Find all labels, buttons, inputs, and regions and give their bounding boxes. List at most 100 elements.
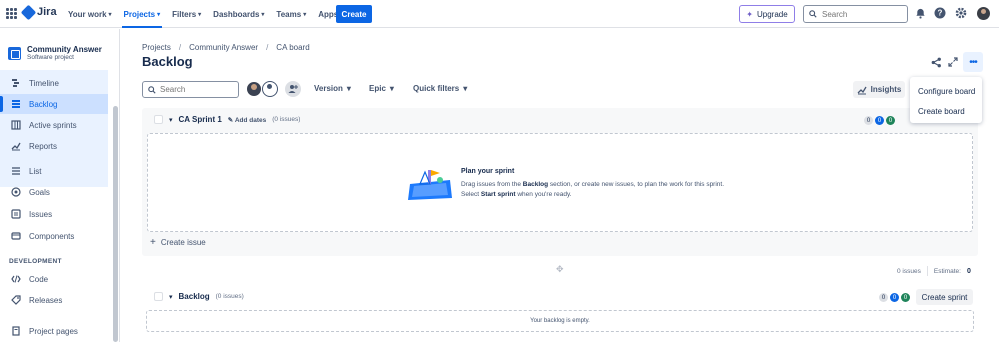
todo-count-badge: 0 [879,293,888,302]
nav-filters[interactable]: Filters ▾ [166,0,207,28]
breadcrumb-separator: / [266,43,269,52]
sparkle-icon: ✦ [746,9,753,19]
jira-logo[interactable]: Jira [20,4,57,20]
sidebar-item-label: Code [29,274,49,284]
sidebar-item-list[interactable]: List [0,161,108,181]
sidebar-item-project-pages[interactable]: Project pages [0,321,108,341]
chevron-down-icon[interactable]: ▾ [169,293,173,301]
create-issue-label: Create issue [160,238,206,247]
add-dates-label: Add dates [234,116,267,124]
breadcrumb-projects[interactable]: Projects [142,43,171,52]
project-sidebar: Community Answer Software project Timeli… [0,29,120,342]
nav-teams[interactable]: Teams ▾ [270,0,312,28]
add-dates-button[interactable]: ✎ Add dates [228,116,266,124]
sidebar-item-goals[interactable]: Goals [0,182,108,202]
list-icon [10,166,21,177]
sidebar-item-label: Issues [29,209,53,219]
pages-icon [10,326,21,337]
nav-label: Dashboards [213,9,260,19]
insights-button[interactable]: Insights [853,81,905,98]
version-filter[interactable]: Version ▾ [314,84,351,93]
insights-label: Insights [870,85,902,94]
sidebar-item-label: List [29,166,42,176]
menu-item-create-board[interactable]: Create board [910,101,982,121]
backlog-search-input[interactable] [160,85,235,94]
chevron-down-icon: ▾ [303,11,307,18]
global-search[interactable] [803,5,908,23]
sprint-footer-summary: 0 issues Estimate: 0 [897,266,971,276]
sprint-name[interactable]: CA Sprint 1 [179,115,222,124]
section-heading-development: DEVELOPMENT [9,258,62,265]
estimate-label: Estimate: [933,267,961,275]
sprint-select-checkbox[interactable] [154,115,163,124]
sidebar-item-reports[interactable]: Reports [0,136,108,156]
empty-sprint-description: Drag issues from the Backlog section, or… [461,180,731,199]
global-search-input[interactable] [822,9,902,19]
nav-dashboards[interactable]: Dashboards ▾ [207,0,270,28]
more-icon: ••• [969,56,977,68]
backlog-name[interactable]: Backlog [179,292,210,301]
chevron-down-icon[interactable]: ▾ [169,116,173,124]
nav-projects[interactable]: Projects ▾ [118,0,167,28]
sidebar-item-label: Reports [29,141,58,151]
done-count-badge: 0 [901,293,910,302]
app-switcher-icon[interactable] [6,8,17,19]
menu-item-configure-board[interactable]: Configure board [910,81,982,101]
breadcrumb-board[interactable]: CA board [276,43,309,52]
help-icon[interactable]: ? [934,7,946,19]
backlog-drop-zone[interactable]: Your backlog is empty. [146,310,974,332]
done-count-badge: 0 [886,116,895,125]
code-icon [10,274,21,285]
sidebar-item-issues[interactable]: Issues [0,204,108,224]
main-nav: Your work ▾ Projects ▾ Filters ▾ Dashboards… [62,0,349,28]
add-people-button[interactable] [285,81,301,97]
unassigned-avatar[interactable] [262,81,278,97]
nav-your-work[interactable]: Your work ▾ [62,0,118,28]
quick-filters[interactable]: Quick filters ▾ [413,84,467,93]
sidebar-item-label: Goals [29,187,50,197]
fullscreen-icon[interactable] [946,55,960,69]
sprint-panel: ▾ CA Sprint 1 ✎ Add dates (0 issues) 0 0… [142,108,978,256]
reports-icon [10,141,21,152]
create-sprint-button[interactable]: Create sprint [916,289,973,305]
sidebar-item-components[interactable]: Components [0,226,108,246]
sidebar-item-active-sprints[interactable]: Active sprints [0,115,108,135]
chevron-down-icon: ▾ [463,84,468,93]
share-icon[interactable] [929,55,943,69]
sprint-issue-count: (0 issues) [272,116,301,123]
assignee-avatar[interactable] [246,81,262,97]
backlog-select-checkbox[interactable] [154,292,163,301]
more-actions-button[interactable]: ••• [963,52,983,72]
sidebar-item-backlog[interactable]: Backlog [0,94,108,114]
create-issue-button[interactable]: + Create issue [150,237,206,248]
chevron-down-icon: ▾ [389,84,394,93]
sidebar-item-code[interactable]: Code [0,269,108,289]
chevron-down-icon: ▾ [346,84,351,93]
filter-label: Epic [369,84,386,93]
breadcrumb-separator: / [178,43,182,52]
sprint-drop-zone[interactable]: Plan your sprint Drag issues from the Ba… [147,133,973,232]
chevron-down-icon: ▾ [157,11,161,18]
svg-text:?: ? [938,9,943,18]
create-button[interactable]: Create [336,5,372,23]
sidebar-scrollbar[interactable] [113,106,118,342]
epic-filter[interactable]: Epic ▾ [369,84,394,93]
backlog-status-counts: 0 0 0 [879,293,910,302]
breadcrumb-project[interactable]: Community Answer [189,43,258,52]
in-progress-count-badge: 0 [890,293,899,302]
sidebar-item-timeline[interactable]: Timeline [0,73,108,93]
backlog-search[interactable] [142,81,239,98]
notifications-bell-icon[interactable] [914,7,926,19]
nav-label: Your work [68,9,107,19]
sidebar-item-releases[interactable]: Releases [0,290,108,310]
user-avatar[interactable] [977,7,990,20]
upgrade-label: Upgrade [757,9,788,19]
search-icon [809,10,817,18]
drag-handle-icon[interactable]: ✥ [556,264,564,275]
sidebar-item-label: Active sprints [29,120,77,130]
nav-label: Projects [123,9,156,19]
project-header[interactable]: Community Answer Software project [8,45,102,61]
jira-logo-text: Jira [37,6,57,18]
upgrade-button[interactable]: ✦ Upgrade [739,5,795,23]
settings-gear-icon[interactable] [955,7,967,19]
